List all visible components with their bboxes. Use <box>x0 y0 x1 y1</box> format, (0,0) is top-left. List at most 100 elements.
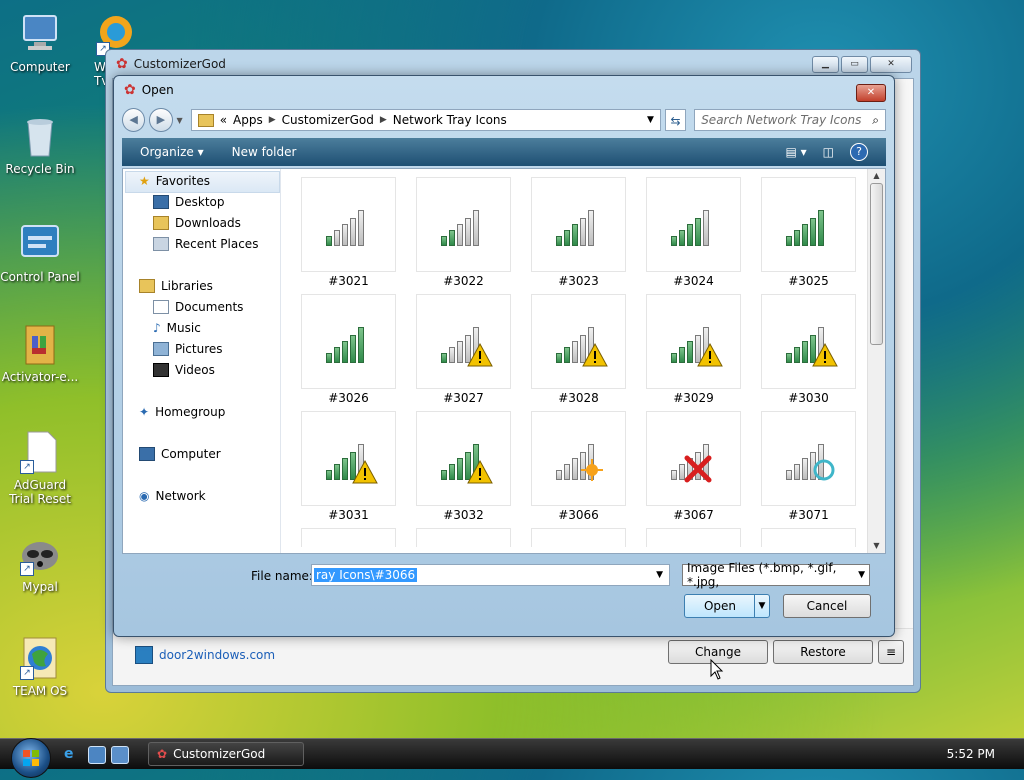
start-button[interactable] <box>11 738 51 778</box>
file-tile[interactable]: #3032 <box>416 411 511 522</box>
breadcrumb-network-tray-icons[interactable]: Network Tray Icons <box>393 113 507 127</box>
nav-network[interactable]: ◉ Network <box>139 486 206 506</box>
file-tile[interactable] <box>531 528 626 547</box>
nav-label: Computer <box>161 447 221 461</box>
close-button[interactable]: ✕ <box>870 56 912 73</box>
desktop-icon-team-os[interactable]: ↗ TEAM OS <box>0 636 80 698</box>
file-tile[interactable]: #3071 <box>761 411 856 522</box>
breadcrumb-customizergod[interactable]: CustomizerGod <box>282 113 374 127</box>
file-thumbnail <box>416 528 511 547</box>
cancel-button[interactable]: Cancel <box>783 594 871 618</box>
show-desktop-icon[interactable] <box>88 746 106 764</box>
scroll-up-icon[interactable]: ▲ <box>868 169 885 183</box>
menu-button[interactable]: ≡ <box>878 640 904 664</box>
file-tile[interactable]: #3021 <box>301 177 396 288</box>
scroll-thumb[interactable] <box>870 183 883 345</box>
file-tile[interactable]: #3029 <box>646 294 741 405</box>
busy-spinner-icon <box>812 458 836 485</box>
shortcut-arrow-icon: ↗ <box>20 562 34 576</box>
app-title: CustomizerGod <box>133 57 226 71</box>
minimize-button[interactable]: ▁ <box>812 56 839 73</box>
open-button[interactable]: Open ▼ <box>684 594 770 618</box>
app-titlebar[interactable]: ✿ CustomizerGod <box>106 50 920 78</box>
breadcrumb-overflow[interactable]: « <box>220 113 227 127</box>
internet-explorer-icon[interactable]: e <box>64 746 80 762</box>
file-tile[interactable] <box>301 528 396 547</box>
vertical-scrollbar[interactable]: ▲ ▼ <box>867 169 885 553</box>
nav-pictures[interactable]: Pictures <box>153 339 223 359</box>
nav-libraries[interactable]: Libraries <box>139 276 213 296</box>
gear-icon: ✿ <box>124 82 136 98</box>
chevron-down-icon[interactable]: ▼ <box>754 595 769 617</box>
door2windows-link[interactable]: door2windows.com <box>135 646 275 664</box>
desktop-icon-recycle-bin[interactable]: Recycle Bin <box>0 114 80 176</box>
nav-computer[interactable]: Computer <box>139 444 221 464</box>
file-tile[interactable]: #3024 <box>646 177 741 288</box>
dialog-titlebar[interactable]: ✿ Open <box>114 76 894 104</box>
forward-button[interactable]: ▶ <box>149 108 173 132</box>
chevron-down-icon[interactable]: ▼ <box>656 570 667 580</box>
file-tile[interactable]: #3031 <box>301 411 396 522</box>
file-tile[interactable]: #3026 <box>301 294 396 405</box>
view-menu-icon[interactable]: ▤ ▾ <box>785 145 806 159</box>
file-name: #3031 <box>328 508 369 522</box>
refresh-button[interactable]: ⇆ <box>664 109 687 131</box>
clock[interactable]: 5:52 PM <box>947 747 995 761</box>
file-name-input[interactable]: ray Icons\#3066 ▼ <box>311 564 670 586</box>
file-name: #3026 <box>328 391 369 405</box>
nav-videos[interactable]: Videos <box>153 360 215 380</box>
nav-desktop[interactable]: Desktop <box>153 192 225 212</box>
new-folder-button[interactable]: New folder <box>232 145 297 159</box>
desktop-icon-control-panel[interactable]: Control Panel <box>0 222 80 284</box>
signal-bar <box>786 353 792 363</box>
desktop-icon-computer[interactable]: Computer <box>0 12 80 74</box>
back-button[interactable]: ◀ <box>122 108 146 132</box>
address-bar[interactable]: « Apps ▶ CustomizerGod ▶ Network Tray Ic… <box>190 109 661 131</box>
file-tile[interactable] <box>646 528 741 547</box>
file-tile[interactable]: #3027 <box>416 294 511 405</box>
history-dropdown-icon[interactable]: ▼ <box>177 116 183 125</box>
chevron-right-icon[interactable]: ▶ <box>380 115 387 125</box>
file-name: #3071 <box>788 508 829 522</box>
breadcrumb-apps[interactable]: Apps <box>233 113 263 127</box>
taskbar-customizergod[interactable]: ✿ CustomizerGod <box>148 742 304 766</box>
restore-button[interactable]: Restore <box>773 640 873 664</box>
desktop-icon-adguard[interactable]: ↗ AdGuard Trial Reset <box>0 430 80 506</box>
nav-downloads[interactable]: Downloads <box>153 213 241 233</box>
desktop-icon-mypal[interactable]: ↗ Mypal <box>0 532 80 594</box>
nav-recent-places[interactable]: Recent Places <box>153 234 258 254</box>
file-type-value: Image Files (*.bmp, *.gif, *.jpg, <box>687 561 837 589</box>
file-tile[interactable]: #3025 <box>761 177 856 288</box>
nav-music[interactable]: ♪ Music <box>153 318 201 338</box>
file-tile[interactable]: #3022 <box>416 177 511 288</box>
maximize-button[interactable]: ▭ <box>841 56 868 73</box>
chevron-down-icon[interactable]: ▼ <box>858 570 865 580</box>
desktop-icon-activator[interactable]: Activator-e... <box>0 322 80 384</box>
sparkle-icon <box>580 458 604 485</box>
chevron-right-icon[interactable]: ▶ <box>269 115 276 125</box>
help-button[interactable]: ? <box>850 143 868 161</box>
switch-windows-icon[interactable] <box>111 746 129 764</box>
signal-bar <box>671 470 677 480</box>
preview-pane-icon[interactable]: ◫ <box>823 145 834 159</box>
file-name: #3022 <box>443 274 484 288</box>
file-type-select[interactable]: Image Files (*.bmp, *.gif, *.jpg, ▼ <box>682 561 870 589</box>
chevron-down-icon[interactable]: ▼ <box>647 115 654 125</box>
file-tile[interactable] <box>761 528 856 547</box>
file-tile[interactable]: #3066 <box>531 411 626 522</box>
nav-documents[interactable]: Documents <box>153 297 243 317</box>
nav-homegroup[interactable]: ✦ Homegroup <box>139 402 225 422</box>
dialog-close-button[interactable]: ✕ <box>856 84 886 102</box>
file-thumbnail <box>416 177 511 272</box>
scroll-down-icon[interactable]: ▼ <box>868 539 885 553</box>
file-tile[interactable]: #3067 <box>646 411 741 522</box>
file-tile[interactable]: #3028 <box>531 294 626 405</box>
file-tile[interactable] <box>416 528 511 547</box>
nav-favorites[interactable]: ★ Favorites <box>139 171 210 191</box>
search-box[interactable]: Search Network Tray Icons ⌕ <box>694 109 887 131</box>
search-input[interactable]: Search Network Tray Icons <box>701 113 872 127</box>
organize-button[interactable]: Organize ▾ <box>140 145 204 159</box>
file-tile[interactable]: #3023 <box>531 177 626 288</box>
file-tile[interactable]: #3030 <box>761 294 856 405</box>
file-name: #3029 <box>673 391 714 405</box>
